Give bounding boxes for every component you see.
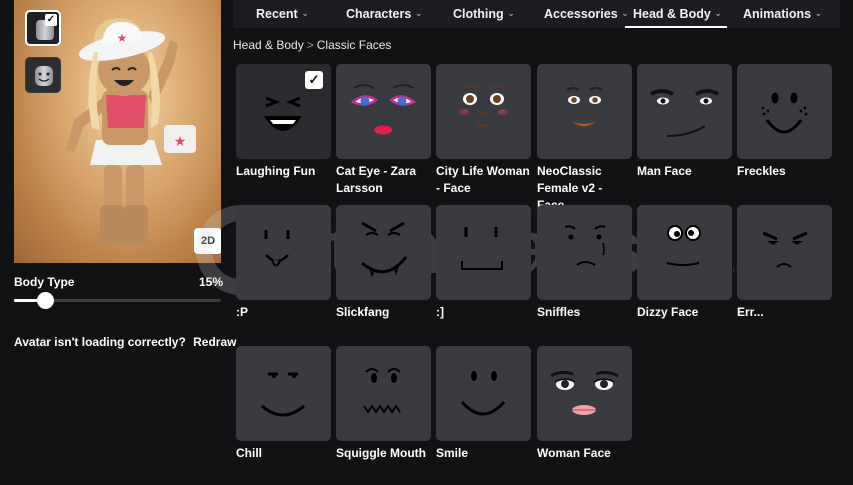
tab-clothing[interactable]: Clothing ⌄ (453, 0, 514, 28)
face-thumbnail (564, 225, 606, 266)
face-thumbnail (261, 372, 305, 417)
item-card[interactable] (737, 205, 832, 300)
avatar-thumb-body[interactable]: ✓ (25, 10, 61, 46)
face-thumbnail (666, 225, 701, 266)
item-name[interactable]: Chill (236, 445, 332, 462)
face-thumbnail (363, 368, 401, 414)
item-card[interactable] (637, 64, 732, 159)
avatar-panel: ★ ★ 2D ✓ Body Type 15% Avatar isn't load… (0, 0, 237, 485)
tab-label: Recent (256, 7, 298, 21)
item-name[interactable]: City Life Woman - Face (436, 163, 532, 197)
tab-label: Animations (743, 7, 812, 21)
breadcrumb: Head & Body > Classic Faces (233, 38, 391, 52)
item-card[interactable] (436, 64, 531, 159)
item-name[interactable]: Slickfang (336, 304, 432, 321)
item-card[interactable] (336, 205, 431, 300)
item-card[interactable] (236, 205, 331, 300)
tab-characters[interactable]: Characters ⌄ (346, 0, 422, 28)
head-face-icon (38, 72, 50, 82)
body-type-slider[interactable] (14, 292, 221, 309)
item-name[interactable]: Freckles (737, 163, 833, 180)
svg-text:★: ★ (117, 31, 128, 45)
breadcrumb-separator: > (306, 38, 314, 52)
item-card[interactable] (436, 346, 531, 441)
item-name[interactable]: :] (436, 304, 532, 321)
item-name[interactable]: Squiggle Mouth (336, 445, 432, 462)
item-name[interactable]: Man Face (637, 163, 733, 180)
toggle-2d-button[interactable]: 2D (194, 228, 221, 254)
face-thumbnail (460, 371, 506, 416)
svg-text:★: ★ (174, 134, 187, 150)
redraw-link[interactable]: Redraw (193, 335, 236, 349)
item-name[interactable]: Laughing Fun (236, 163, 332, 180)
face-thumbnail (461, 227, 503, 270)
checkmark-icon: ✓ (305, 71, 323, 89)
chevron-down-icon: ⌄ (415, 9, 423, 18)
face-thumbnail (649, 89, 720, 137)
face-thumbnail (264, 230, 290, 267)
face-thumbnail (459, 85, 508, 127)
chevron-down-icon: ⌄ (507, 9, 515, 18)
tab-label: Accessories (544, 7, 618, 21)
item-card[interactable] (737, 64, 832, 159)
item-card[interactable] (436, 205, 531, 300)
face-thumbnail (550, 370, 619, 415)
item-card[interactable] (637, 205, 732, 300)
face-thumbnail (762, 231, 808, 268)
face-thumbnail (566, 87, 603, 127)
item-card[interactable] (537, 64, 632, 159)
slider-thumb[interactable] (36, 292, 54, 309)
tab-accessories[interactable]: Accessories ⌄ (544, 0, 628, 28)
chevron-down-icon: ⌄ (815, 9, 822, 18)
avatar-thumb-head[interactable] (25, 57, 61, 93)
item-card[interactable] (537, 346, 632, 441)
chevron-down-icon: ⌄ (301, 9, 309, 18)
item-card[interactable]: ✓ (236, 64, 331, 159)
item-name[interactable]: Smile (436, 445, 532, 462)
face-thumbnail (361, 221, 408, 277)
item-name[interactable]: Dizzy Face (637, 304, 733, 321)
item-card[interactable] (236, 346, 331, 441)
chevron-down-icon: ⌄ (714, 9, 722, 18)
face-thumbnail (350, 84, 417, 135)
item-card[interactable] (537, 205, 632, 300)
item-name[interactable]: Sniffles (537, 304, 633, 321)
tab-label: Characters (346, 7, 412, 21)
redraw-row: Avatar isn't loading correctly? Redraw (14, 335, 237, 349)
loading-hint-text: Avatar isn't loading correctly? (14, 335, 186, 349)
item-name[interactable]: Woman Face (537, 445, 633, 462)
breadcrumb-parent[interactable]: Head & Body (233, 38, 304, 52)
body-type-value: 15% (199, 275, 224, 289)
face-thumbnail (761, 92, 808, 134)
tab-animations[interactable]: Animations ⌄ (743, 0, 822, 28)
item-card[interactable] (336, 64, 431, 159)
breadcrumb-current: Classic Faces (316, 38, 392, 52)
item-name[interactable]: Err... (737, 304, 833, 321)
category-nav: Recent ⌄ Characters ⌄ Clothing ⌄ Accessories ⌄ H… (233, 0, 840, 28)
tab-label: Clothing (453, 7, 504, 21)
tab-label: Head & Body (633, 7, 711, 21)
checkmark-icon: ✓ (45, 14, 57, 26)
tab-recent[interactable]: Recent ⌄ (256, 0, 308, 28)
body-type-label: Body Type (14, 275, 75, 289)
item-name[interactable]: :P (236, 304, 332, 321)
tab-head-body[interactable]: Head & Body ⌄ (625, 0, 727, 28)
item-card[interactable] (336, 346, 431, 441)
item-name[interactable]: Cat Eye - Zara Larsson (336, 163, 432, 197)
